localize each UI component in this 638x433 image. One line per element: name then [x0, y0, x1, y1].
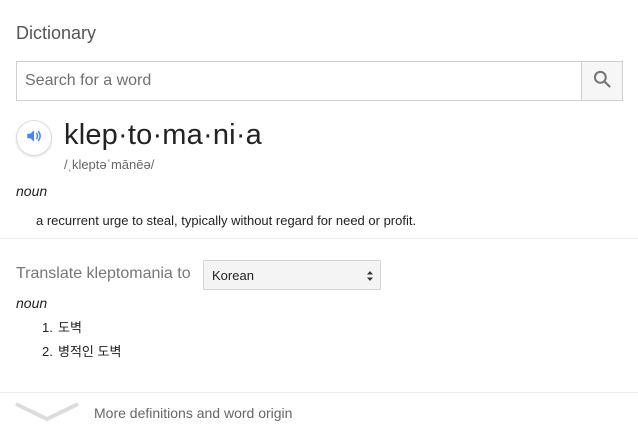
- updown-arrows-icon: [366, 269, 374, 283]
- more-definitions-link[interactable]: More definitions and word origin: [0, 393, 638, 433]
- translation-text: 병적인 도벽: [58, 344, 122, 359]
- volume-icon: [25, 127, 43, 150]
- search-input[interactable]: [17, 62, 581, 100]
- part-of-speech: noun: [16, 183, 48, 199]
- search-icon: [592, 69, 612, 94]
- translation-item: 1. 도벽: [42, 320, 121, 344]
- translation-number: 1.: [42, 320, 53, 335]
- translation-text: 도벽: [58, 320, 82, 335]
- search-button[interactable]: [581, 62, 622, 100]
- definition-text: a recurrent urge to steal, typically wit…: [36, 213, 417, 228]
- chevron-down-icon: [14, 402, 80, 429]
- card-title: Dictionary: [16, 23, 97, 43]
- translation-part-of-speech: noun: [16, 295, 48, 311]
- phonetic-spelling: /ˌkleptəˈmānēə/: [64, 157, 155, 172]
- translate-label: Translate kleptomania to: [16, 265, 191, 282]
- pronunciation-button[interactable]: [16, 120, 52, 156]
- more-definitions-label: More definitions and word origin: [94, 405, 293, 421]
- translation-item: 2. 병적인 도벽: [42, 344, 121, 368]
- dictionary-card: Dictionary klep·to·ma·ni·a /ˌkleptəˈmānē…: [0, 0, 638, 433]
- translation-number: 2.: [42, 344, 53, 359]
- language-select-value: Korean: [212, 267, 254, 283]
- headword: klep·to·ma·ni·a: [64, 119, 262, 151]
- search-box: [16, 61, 623, 101]
- language-select[interactable]: Korean: [203, 260, 381, 290]
- section-divider: [0, 238, 638, 239]
- translation-list: 1. 도벽 2. 병적인 도벽: [42, 320, 121, 368]
